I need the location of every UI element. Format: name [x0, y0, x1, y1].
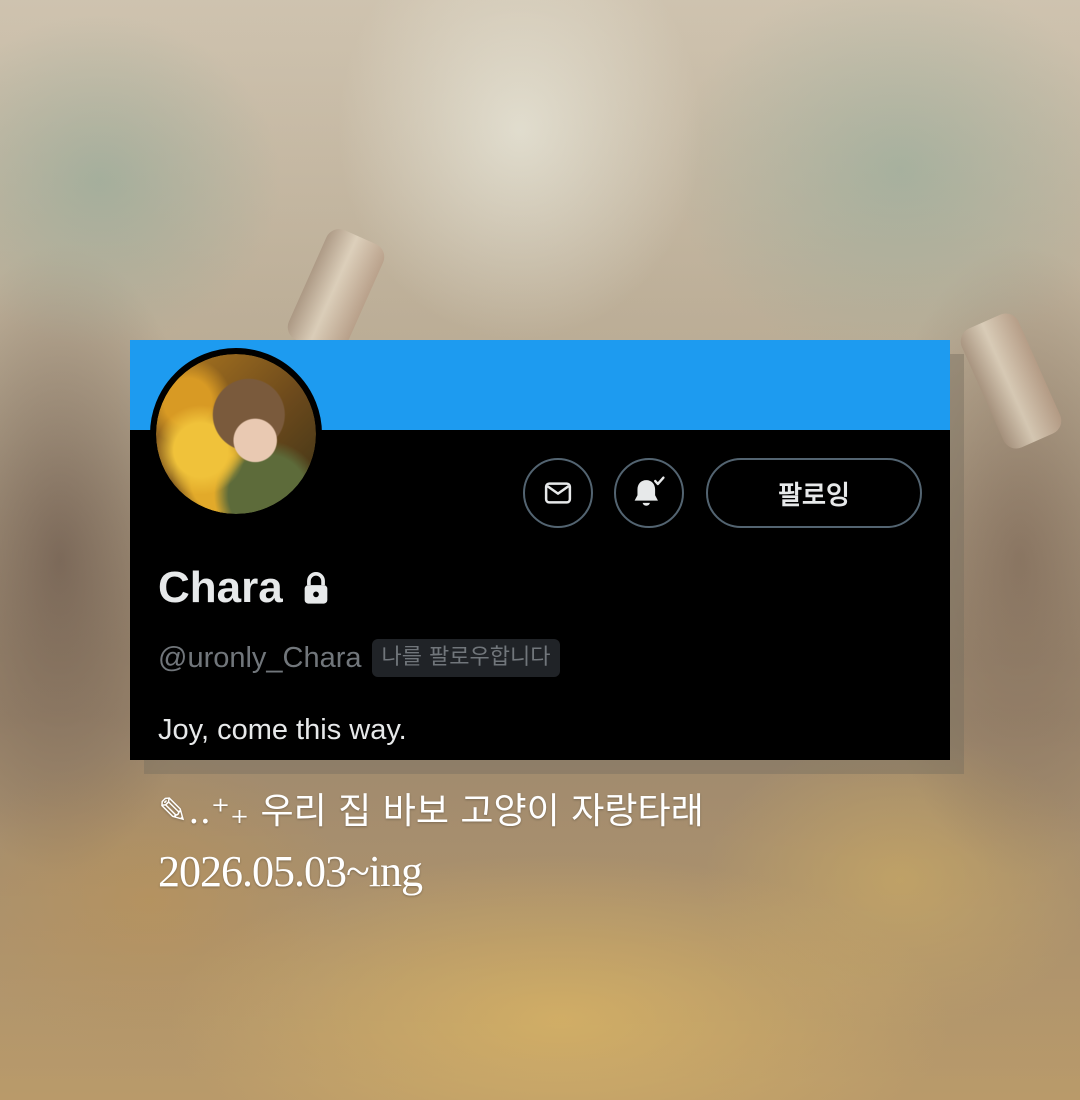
envelope-icon	[544, 482, 572, 504]
following-button[interactable]: 팔로잉	[706, 458, 922, 528]
bell-check-icon	[634, 476, 665, 506]
caption-date: 2026.05.03~ing	[158, 847, 423, 896]
caption-title: ✎..⁺₊ 우리 집 바보 고양이 자랑타래	[158, 791, 704, 832]
avatar-image	[156, 354, 316, 514]
profile-card: 팔로잉 Chara @uronly_Chara 나를 팔로우합니다 Joy, c…	[130, 340, 950, 760]
follows-you-badge: 나를 팔로우합니다	[371, 639, 561, 677]
following-button-label: 팔로잉	[778, 480, 850, 511]
message-button[interactable]	[523, 458, 593, 528]
profile-handle: @uronly_Chara	[158, 641, 362, 674]
profile-avatar[interactable]	[150, 348, 322, 520]
profile-name-row: Chara	[158, 560, 331, 616]
display-name: Chara	[158, 563, 283, 612]
notifications-button[interactable]	[614, 458, 684, 528]
profile-handle-row: @uronly_Chara 나를 팔로우합니다	[158, 638, 561, 678]
lock-icon	[301, 571, 331, 605]
profile-bio: Joy, come this way.	[158, 714, 407, 746]
